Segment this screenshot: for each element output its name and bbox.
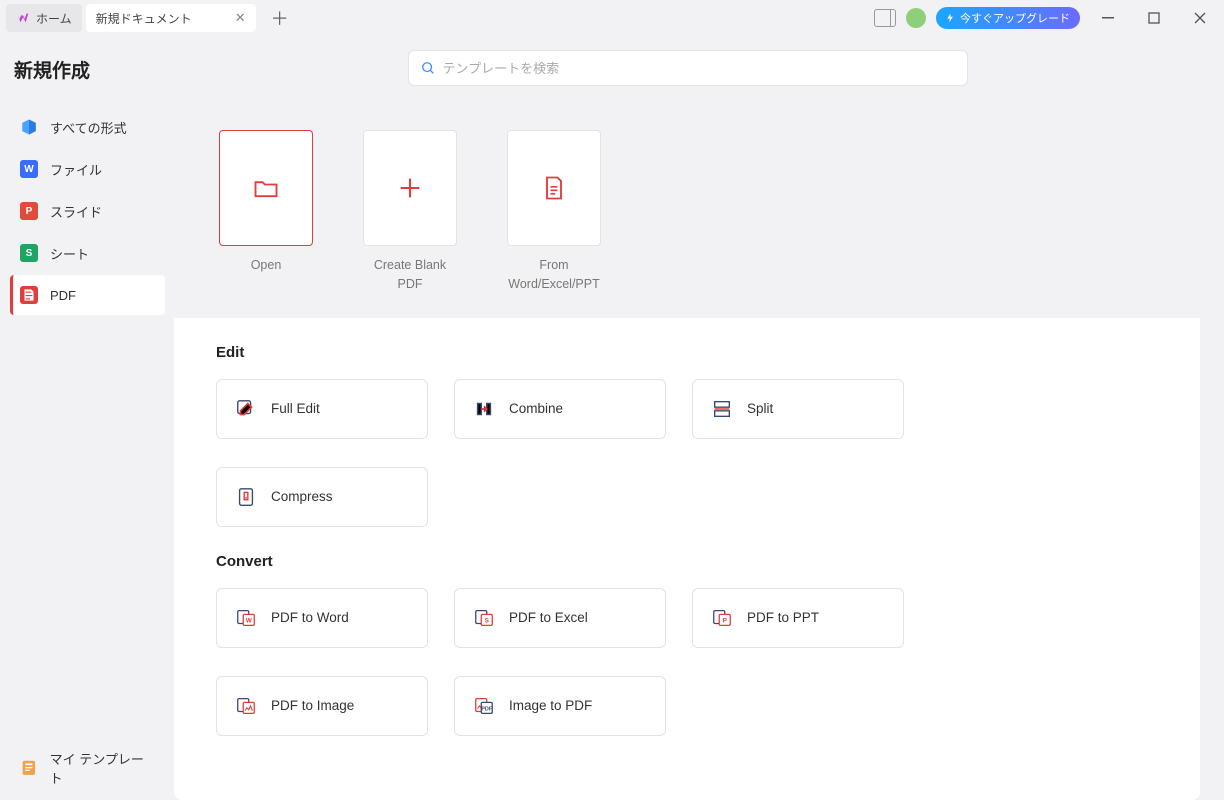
lightning-icon	[946, 13, 956, 23]
sidebar-item-label: シート	[50, 244, 89, 263]
tool-label: PDF to Excel	[509, 610, 588, 625]
upgrade-button[interactable]: 今すぐアップグレード	[936, 7, 1080, 29]
create-label: From Word/Excel/PPT	[504, 256, 604, 294]
window-minimize[interactable]	[1090, 4, 1126, 32]
close-icon[interactable]: ✕	[235, 10, 246, 26]
compress-icon	[235, 486, 257, 508]
pdf-image-icon	[235, 695, 257, 717]
app-logo-icon	[16, 11, 30, 25]
create-row: Open Create Blank PDF From Word/Excel/PP…	[174, 130, 1200, 294]
svg-text:PDF: PDF	[481, 706, 493, 712]
edit-icon	[235, 398, 257, 420]
section-title: Convert	[216, 553, 1158, 570]
svg-text:S: S	[485, 617, 490, 624]
tool-image-to-pdf[interactable]: PDF Image to PDF	[454, 676, 666, 736]
tool-label: PDF to PPT	[747, 610, 819, 625]
create-label: Open	[216, 256, 316, 275]
create-open[interactable]: Open	[216, 130, 316, 294]
tool-split[interactable]: Split	[692, 379, 904, 439]
sidebar-footer-label: マイ テンプレート	[50, 749, 155, 787]
avatar[interactable]	[906, 8, 926, 28]
tab-home[interactable]: ホーム	[6, 4, 82, 32]
split-icon	[711, 398, 733, 420]
page-title: 新規作成	[10, 56, 165, 83]
sidebar-nav: すべての形式 W ファイル P スライド S シート PDF	[10, 107, 165, 315]
search-input-wrapper[interactable]	[408, 50, 968, 86]
tool-label: Combine	[509, 401, 563, 416]
pdf-ppt-icon: P	[711, 607, 733, 629]
tool-combine[interactable]: Combine	[454, 379, 666, 439]
panel-layout-icon[interactable]	[874, 9, 896, 27]
document-icon	[540, 174, 568, 202]
search-input[interactable]	[443, 61, 955, 76]
sidebar-item-pdf[interactable]: PDF	[10, 275, 165, 315]
sidebar-item-label: ファイル	[50, 160, 102, 179]
sidebar-item-my-templates[interactable]: マイ テンプレート	[10, 748, 165, 788]
create-strip: Open Create Blank PDF From Word/Excel/PP…	[174, 106, 1200, 318]
app-body: 新規作成 すべての形式 W ファイル P スライド S シート	[0, 36, 1224, 800]
tool-label: Split	[747, 401, 773, 416]
sidebar-item-file[interactable]: W ファイル	[10, 149, 165, 189]
tool-label: PDF to Word	[271, 610, 349, 625]
svg-text:W: W	[246, 617, 253, 624]
sidebar: 新規作成 すべての形式 W ファイル P スライド S シート	[0, 36, 175, 800]
window-maximize[interactable]	[1136, 4, 1172, 32]
upgrade-label: 今すぐアップグレード	[960, 10, 1070, 26]
pdf-word-icon: W	[235, 607, 257, 629]
window-close[interactable]	[1182, 4, 1218, 32]
tab-document-label: 新規ドキュメント	[96, 10, 192, 27]
search-icon	[421, 61, 435, 75]
create-from-office[interactable]: From Word/Excel/PPT	[504, 130, 604, 294]
titlebar-right: 今すぐアップグレード	[874, 4, 1218, 32]
tool-pdf-to-ppt[interactable]: P PDF to PPT	[692, 588, 904, 648]
section-title: Edit	[216, 344, 1158, 361]
plus-icon	[396, 174, 424, 202]
main-panel: Open Create Blank PDF From Word/Excel/PP…	[174, 106, 1200, 800]
sidebar-item-label: スライド	[50, 202, 102, 221]
tool-pdf-to-word[interactable]: W PDF to Word	[216, 588, 428, 648]
tool-label: Image to PDF	[509, 698, 592, 713]
sidebar-item-label: すべての形式	[50, 118, 127, 137]
word-icon: W	[20, 160, 38, 178]
titlebar: ホーム 新規ドキュメント ✕ ＋ 今すぐアップグレード	[0, 0, 1224, 36]
create-label: Create Blank PDF	[360, 256, 460, 294]
template-icon	[20, 759, 38, 777]
tool-label: Full Edit	[271, 401, 320, 416]
pdf-excel-icon: S	[473, 607, 495, 629]
sidebar-item-all-formats[interactable]: すべての形式	[10, 107, 165, 147]
tool-label: Compress	[271, 489, 333, 504]
content: Open Create Blank PDF From Word/Excel/PP…	[175, 36, 1224, 800]
tool-full-edit[interactable]: Full Edit	[216, 379, 428, 439]
tool-pdf-to-image[interactable]: PDF to Image	[216, 676, 428, 736]
combine-icon	[473, 398, 495, 420]
cube-icon	[20, 118, 38, 136]
section-edit: Edit Full Edit Combine	[174, 318, 1200, 527]
sheet-icon: S	[20, 244, 38, 262]
tool-label: PDF to Image	[271, 698, 354, 713]
svg-text:P: P	[723, 617, 728, 624]
tool-pdf-to-excel[interactable]: S PDF to Excel	[454, 588, 666, 648]
folder-icon	[252, 174, 280, 202]
sidebar-item-label: PDF	[50, 288, 76, 303]
pdf-icon	[20, 286, 38, 304]
tool-compress[interactable]: Compress	[216, 467, 428, 527]
create-blank-pdf[interactable]: Create Blank PDF	[360, 130, 460, 294]
section-convert: Convert W PDF to Word S PDF to Excel	[174, 527, 1200, 736]
tab-document[interactable]: 新規ドキュメント ✕	[86, 4, 256, 32]
image-pdf-icon: PDF	[473, 695, 495, 717]
slide-icon: P	[20, 202, 38, 220]
new-tab-button[interactable]: ＋	[266, 4, 294, 32]
sidebar-item-slide[interactable]: P スライド	[10, 191, 165, 231]
sidebar-item-sheet[interactable]: S シート	[10, 233, 165, 273]
tab-home-label: ホーム	[36, 10, 72, 27]
